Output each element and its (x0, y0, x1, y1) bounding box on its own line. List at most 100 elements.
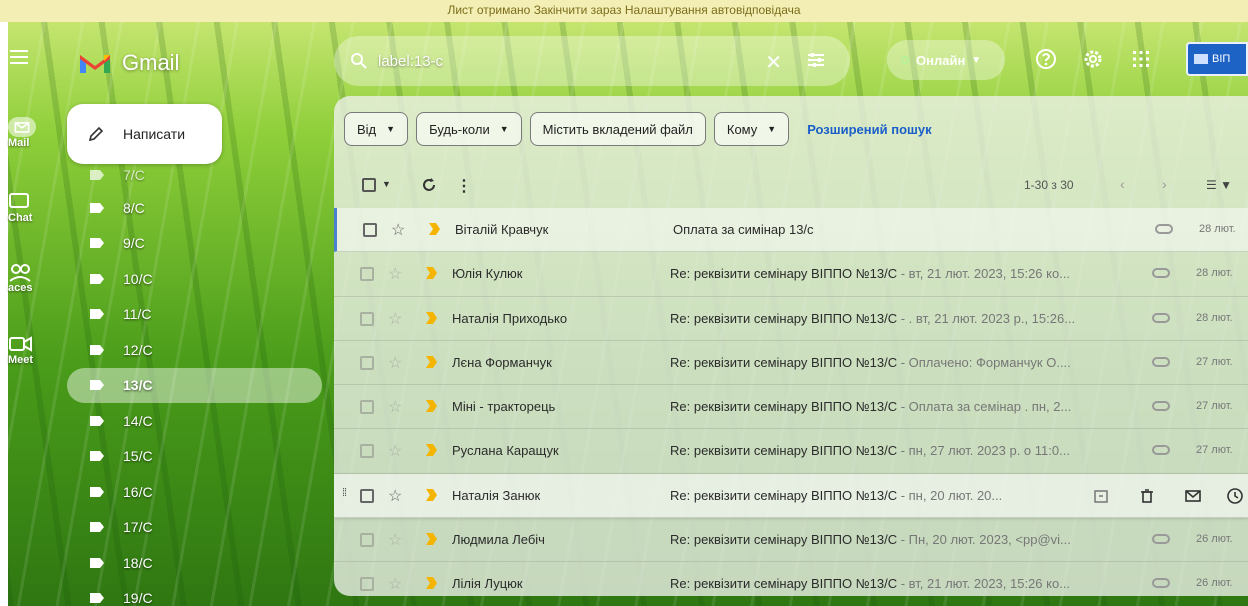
star-icon[interactable]: ☆ (388, 441, 402, 461)
gmail-m-icon (80, 55, 110, 73)
density-toggle-icon[interactable]: ☰ ▼ (1206, 178, 1232, 192)
rail-chat[interactable]: Chat (8, 192, 60, 224)
label-item[interactable]: 15/C (67, 439, 322, 475)
row-checkbox[interactable] (360, 355, 374, 370)
mail-list-panel: Від ▼ Будь-коли ▼ Містить вкладений файл К… (334, 96, 1248, 596)
star-icon[interactable]: ☆ (388, 353, 402, 373)
app-name: Gmail (122, 50, 180, 75)
help-icon[interactable] (1035, 48, 1057, 70)
search-bar[interactable]: label:13-c ✕ (334, 36, 850, 86)
refresh-icon[interactable] (420, 176, 438, 194)
row-checkbox[interactable] (360, 311, 374, 326)
row-checkbox[interactable] (360, 488, 374, 503)
meet-icon (9, 336, 32, 352)
rail-spaces[interactable]: aces (8, 262, 60, 294)
row-checkbox[interactable] (360, 533, 374, 548)
email-row[interactable]: ☆ Руслана Каращук Re: реквізити семінару… (334, 429, 1248, 474)
label-item[interactable]: 19/C (67, 581, 322, 606)
label-item[interactable]: 11/C (67, 297, 322, 333)
label-item[interactable]: 7/C (67, 165, 322, 185)
archive-icon[interactable] (1092, 487, 1110, 505)
select-all-checkbox[interactable] (362, 178, 376, 192)
clear-search-icon[interactable]: ✕ (765, 50, 782, 75)
email-row[interactable]: ☆ Міні - тракторець Re: реквізити семіна… (334, 385, 1248, 430)
star-icon[interactable]: ☆ (388, 264, 402, 284)
list-toolbar: ▼ ⋮ 1-30 з 30 ‹ › ☰ ▼ (334, 166, 1248, 204)
label-item[interactable]: 8/C (67, 190, 322, 226)
row-checkbox[interactable] (360, 400, 374, 415)
select-menu-chevron-icon[interactable]: ▼ (382, 179, 391, 189)
compose-button[interactable]: Написати (67, 104, 222, 164)
important-marker-icon[interactable] (426, 355, 437, 368)
star-icon[interactable]: ☆ (388, 486, 402, 506)
search-input[interactable]: label:13-c (378, 53, 443, 70)
vacation-notice-bar: Лист отримано Закінчити зараз Налаштуван… (0, 0, 1248, 22)
snooze-clock-icon[interactable] (1226, 487, 1244, 505)
row-checkbox[interactable] (360, 444, 374, 459)
rail-meet[interactable]: Meet (8, 334, 60, 366)
apps-grid-icon[interactable] (1130, 48, 1152, 70)
star-icon[interactable]: ☆ (391, 220, 405, 240)
filter-to-button[interactable]: Кому ▼ (713, 112, 790, 146)
important-marker-icon[interactable] (426, 311, 437, 324)
label-item[interactable]: 17/C (67, 510, 322, 546)
important-marker-icon[interactable] (426, 444, 437, 457)
mail-icon (8, 117, 36, 137)
next-page-button[interactable]: › (1162, 176, 1167, 192)
mark-unread-envelope-icon[interactable] (1184, 487, 1202, 505)
delete-trash-icon[interactable] (1138, 487, 1156, 505)
compose-label: Написати (123, 126, 186, 142)
row-checkbox[interactable] (360, 267, 374, 282)
rail-chat-label: Chat (8, 212, 33, 224)
search-icon[interactable] (350, 52, 368, 70)
star-icon[interactable]: ☆ (388, 574, 402, 594)
important-marker-icon[interactable] (429, 223, 440, 235)
label-icon (90, 557, 104, 568)
label-item[interactable]: 12/C (67, 332, 322, 368)
email-row[interactable]: ☆ Лілія Луцюк Re: реквізити семінару ВІП… (334, 562, 1248, 596)
label-item[interactable]: 14/C (67, 403, 322, 439)
search-options-icon[interactable] (806, 51, 826, 69)
important-marker-icon[interactable] (426, 400, 437, 413)
filter-attachment-button[interactable]: Містить вкладений файл (529, 112, 706, 146)
email-list: ☆ Віталій Кравчук Оплата за симінар 13/с… (334, 208, 1248, 596)
email-row[interactable]: ☆ Людмила Лебіч Re: реквізити семінару В… (334, 518, 1248, 563)
attachment-chip-icon (1155, 224, 1173, 234)
status-label: Онлайн (916, 52, 966, 68)
email-row[interactable]: ☆ Наталія Приходько Re: реквізити семіна… (334, 297, 1248, 341)
label-item[interactable]: 9/C (67, 226, 322, 262)
label-icon (90, 344, 104, 355)
star-icon[interactable]: ☆ (388, 530, 402, 550)
attachment-chip-icon (1152, 356, 1170, 367)
rail-mail[interactable]: Mail (8, 117, 60, 149)
filter-from-button[interactable]: Від ▼ (344, 112, 409, 146)
filter-anytime-button[interactable]: Будь-коли ▼ (416, 112, 522, 146)
email-row[interactable]: ☆ Віталій Кравчук Оплата за симінар 13/с… (334, 208, 1248, 253)
status-dropdown[interactable]: Онлайн ▼ (887, 40, 1005, 80)
spaces-icon (9, 264, 31, 282)
label-item-active[interactable]: 13/C (67, 367, 322, 403)
important-marker-icon[interactable] (426, 488, 437, 501)
label-item[interactable]: 10/C (67, 261, 322, 297)
email-row[interactable]: ☆ Лєна Форманчук Re: реквізити семінару … (334, 341, 1248, 386)
prev-page-button[interactable]: ‹ (1120, 176, 1125, 192)
label-item[interactable]: 16/C (67, 474, 322, 510)
important-marker-icon[interactable] (426, 577, 437, 590)
email-row-hovered[interactable]: ⁞⁞ ☆ Наталія Занюк Re: реквізити семінар… (334, 473, 1248, 519)
rail-mail-label: Mail (8, 137, 30, 149)
advanced-search-link[interactable]: Розширений пошук (807, 122, 931, 137)
row-checkbox[interactable] (363, 223, 377, 237)
star-icon[interactable]: ☆ (388, 397, 402, 417)
row-checkbox[interactable] (360, 577, 374, 592)
important-marker-icon[interactable] (426, 533, 437, 546)
gmail-logo[interactable]: Gmail (78, 50, 179, 76)
star-icon[interactable]: ☆ (388, 309, 402, 329)
more-options-icon[interactable]: ⋮ (456, 176, 472, 196)
account-button[interactable]: ВІП (1186, 42, 1248, 76)
important-marker-icon[interactable] (426, 267, 437, 280)
email-row[interactable]: ☆ Юлія Кулюк Re: реквізити семінару ВІПП… (334, 252, 1248, 297)
label-icon (90, 380, 104, 391)
drag-handle-icon[interactable]: ⁞⁞ (342, 487, 347, 499)
settings-gear-icon[interactable] (1082, 48, 1104, 70)
label-item[interactable]: 18/C (67, 545, 322, 581)
